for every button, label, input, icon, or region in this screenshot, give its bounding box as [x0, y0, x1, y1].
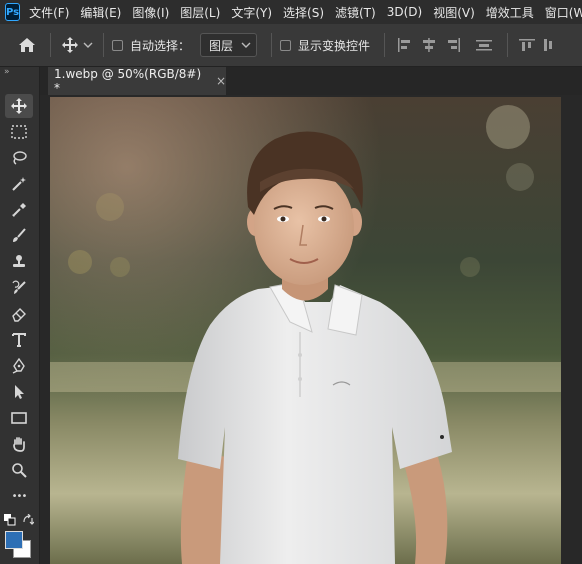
document-canvas[interactable] [50, 97, 561, 564]
tools-panel: » ••• [0, 67, 40, 564]
zoom-tool-icon[interactable] [5, 458, 33, 482]
menu-select[interactable]: 选择(S) [283, 4, 324, 21]
foreground-color-swatch[interactable] [5, 531, 23, 549]
more-tools-icon[interactable]: ••• [5, 484, 33, 508]
canvas-area [40, 95, 582, 564]
menu-bar: Ps 文件(F) 编辑(E) 图像(I) 图层(L) 文字(Y) 选择(S) 滤… [0, 0, 582, 24]
menu-type[interactable]: 文字(Y) [231, 4, 272, 21]
collapse-panel-icon[interactable]: » [4, 67, 10, 77]
chevron-down-icon [241, 42, 251, 48]
align-vertical-center-icon[interactable] [538, 38, 558, 52]
menu-edit[interactable]: 编辑(E) [80, 4, 121, 21]
menu-plugins[interactable]: 增效工具 [486, 4, 534, 21]
menu-filter[interactable]: 滤镜(T) [335, 4, 376, 21]
auto-select-dropdown[interactable]: 图层 [200, 33, 258, 57]
swap-colors-icon[interactable] [22, 513, 35, 529]
lasso-tool-icon[interactable] [5, 146, 33, 170]
history-brush-tool-icon[interactable] [5, 276, 33, 300]
menu-layer[interactable]: 图层(L) [180, 4, 220, 21]
menu-image[interactable]: 图像(I) [132, 4, 169, 21]
hand-tool-icon[interactable] [5, 432, 33, 456]
menu-window[interactable]: 窗口(W) [545, 4, 582, 21]
show-transform-label: 显示变换控件 [298, 38, 371, 53]
align-top-icon[interactable] [516, 38, 538, 52]
document-tab-title: 1.webp @ 50%(RGB/8#) * [54, 67, 202, 95]
eyedropper-tool-icon[interactable] [5, 198, 33, 222]
align-right-icon[interactable] [441, 38, 465, 52]
move-tool-icon[interactable] [5, 94, 33, 118]
align-left-icon[interactable] [393, 38, 417, 52]
chevron-down-icon [83, 42, 93, 48]
separator [50, 33, 51, 57]
align-center-icon[interactable] [417, 38, 441, 52]
stamp-tool-icon[interactable] [5, 250, 33, 274]
marquee-tool-icon[interactable] [5, 120, 33, 144]
brush-tool-icon[interactable] [5, 224, 33, 248]
close-icon[interactable]: × [216, 74, 226, 88]
path-selection-tool-icon[interactable] [5, 380, 33, 404]
options-bar: 自动选择： 图层 显示变换控件 [0, 24, 582, 67]
magic-wand-tool-icon[interactable] [5, 172, 33, 196]
eraser-tool-icon[interactable] [5, 302, 33, 326]
menu-view[interactable]: 视图(V) [433, 4, 475, 21]
separator [103, 33, 104, 57]
separator [384, 33, 386, 57]
document-tab[interactable]: 1.webp @ 50%(RGB/8#) * × [48, 67, 226, 95]
auto-select-label: 自动选择： [130, 38, 191, 53]
document-tab-bar: 1.webp @ 50%(RGB/8#) * × [40, 67, 582, 95]
rectangle-tool-icon[interactable] [5, 406, 33, 430]
separator [507, 33, 509, 57]
show-transform-checkbox[interactable] [280, 39, 292, 51]
photo-canvas [50, 97, 561, 564]
default-colors-icon[interactable] [4, 514, 16, 529]
photoshop-logo[interactable]: Ps [5, 3, 21, 21]
move-tool-preset-icon[interactable] [59, 36, 95, 54]
menu-3d[interactable]: 3D(D) [387, 5, 422, 19]
auto-select-value: 图层 [209, 38, 234, 53]
home-icon[interactable] [12, 37, 42, 53]
text-tool-icon[interactable] [5, 328, 33, 352]
auto-select-checkbox[interactable] [112, 39, 123, 51]
pen-tool-icon[interactable] [5, 354, 33, 378]
separator [271, 33, 273, 57]
distribute-horizontal-icon[interactable] [469, 38, 499, 52]
menu-file[interactable]: 文件(F) [29, 4, 69, 21]
